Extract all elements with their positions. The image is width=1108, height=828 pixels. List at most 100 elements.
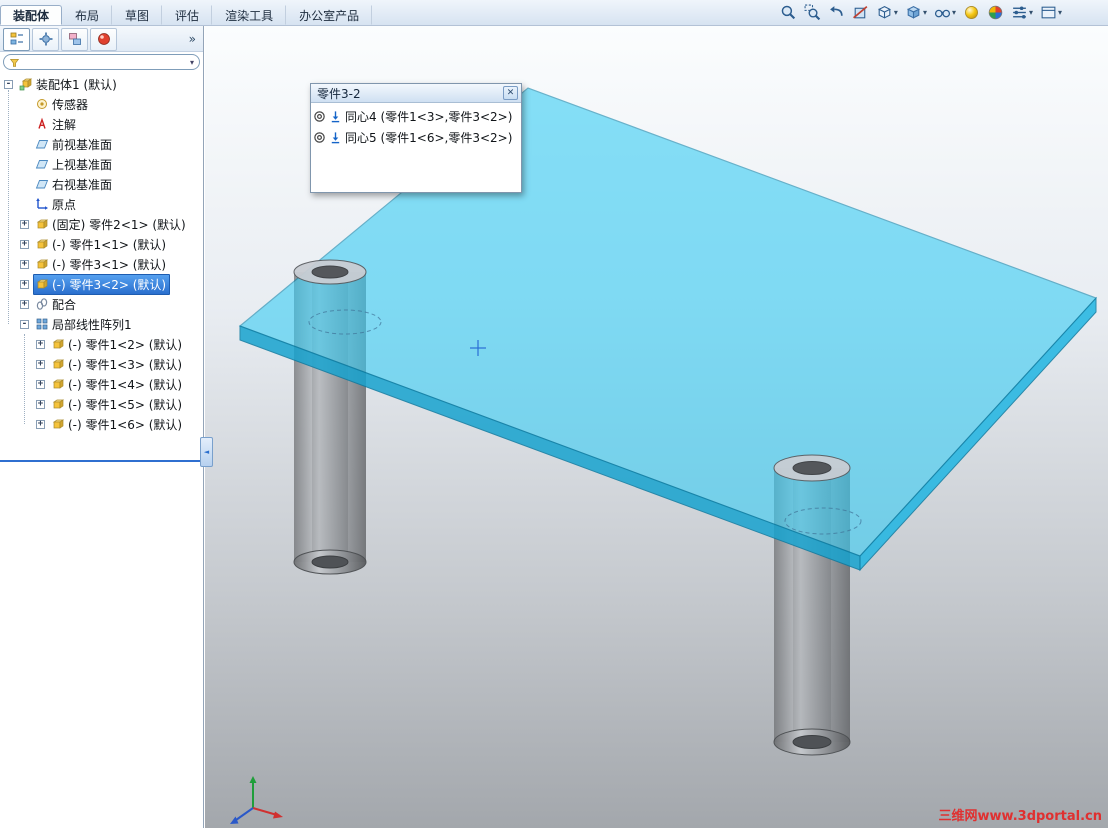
tab-layout[interactable]: 布局 (62, 5, 113, 25)
tree-item-annotations[interactable]: 注解 (0, 114, 203, 134)
collapse-panel-arrow-icon: ◄ (203, 448, 210, 456)
mate-item-label: 同心5 (零件1<6>,零件3<2>) (345, 131, 513, 145)
mates-icon (35, 297, 49, 311)
annotations-icon (35, 117, 49, 131)
expand-toggle[interactable]: + (36, 419, 45, 429)
tree-item-part2-1[interactable]: + (固定) 零件2<1> (默认) (0, 214, 203, 234)
previous-view-icon (828, 4, 845, 21)
dropdown-caret-icon[interactable]: ▾ (1029, 8, 1033, 17)
expand-toggle[interactable]: + (20, 259, 29, 269)
tree-item-origin[interactable]: 原点 (0, 194, 203, 214)
zoom-to-fit-button[interactable] (778, 3, 799, 22)
expand-toggle[interactable]: + (36, 379, 45, 389)
display-style-button[interactable]: ▾ (903, 3, 929, 22)
hide-show-items-button[interactable]: ▾ (932, 3, 958, 22)
tree-item-label: (-) 零件3<1> (默认) (52, 257, 167, 272)
tree-item-label: (-) 零件1<4> (默认) (68, 377, 183, 392)
options-button[interactable]: ▾ (1038, 3, 1064, 22)
options-icon (1040, 4, 1057, 21)
tree-item-part3-2-selected[interactable]: + (-) 零件3<2> (默认) (0, 273, 203, 295)
popup-close-button[interactable]: ✕ (503, 86, 518, 100)
tree-item-label: (-) 零件1<2> (默认) (68, 337, 183, 352)
mate-list-item[interactable]: 同心4 (零件1<3>,零件3<2>) (313, 106, 519, 127)
leg-top-rim-right[interactable] (773, 454, 851, 482)
dropdown-caret-icon[interactable]: ▾ (923, 8, 927, 17)
tree-item-mates[interactable]: + 配合 (0, 294, 203, 314)
zoom-to-area-icon (804, 4, 821, 21)
panel-split-line[interactable] (0, 460, 204, 462)
feature-manager-tab[interactable] (3, 27, 30, 51)
tree-item-part1-1[interactable]: + (-) 零件1<1> (默认) (0, 234, 203, 254)
part-icon (51, 377, 65, 391)
configuration-manager-tab[interactable] (61, 27, 88, 51)
tree-item-label: (固定) 零件2<1> (默认) (52, 217, 186, 232)
filter-dropdown-caret-icon[interactable]: ▾ (190, 58, 194, 67)
edit-appearance-icon (963, 4, 980, 21)
configuration-manager-icon (67, 31, 83, 47)
tree-item-label: 配合 (52, 297, 77, 312)
panel-tabs-overflow-chevron-icon[interactable]: » (185, 32, 200, 46)
display-manager-tab[interactable] (90, 27, 117, 51)
tab-sketch[interactable]: 草图 (112, 5, 163, 25)
plane-icon (35, 137, 49, 151)
tree-item-label: (-) 零件1<1> (默认) (52, 237, 167, 252)
part-icon (35, 257, 49, 271)
part-icon (51, 397, 65, 411)
popup-title-bar[interactable]: 零件3-2 ✕ (311, 84, 521, 103)
view-settings-button[interactable]: ▾ (1009, 3, 1035, 22)
tab-office-products[interactable]: 办公室产品 (286, 5, 373, 25)
dropdown-caret-icon[interactable]: ▾ (1058, 8, 1062, 17)
tree-item-label: (-) 零件1<6> (默认) (68, 417, 183, 432)
tree-item-part1-3[interactable]: + (-) 零件1<3> (默认) (0, 354, 203, 374)
leg-top-rim-left[interactable] (293, 259, 367, 285)
tree-item-part3-1[interactable]: + (-) 零件3<1> (默认) (0, 254, 203, 274)
expand-toggle[interactable]: + (20, 279, 29, 289)
section-view-button[interactable] (850, 3, 871, 22)
plane-icon (35, 177, 49, 191)
tree-item-part1-2[interactable]: + (-) 零件1<2> (默认) (0, 334, 203, 354)
expand-toggle[interactable]: + (20, 299, 29, 309)
panel-splitter-handle[interactable]: ◄ (200, 437, 213, 467)
part-icon (35, 237, 49, 251)
tree-item-right-plane[interactable]: 右视基准面 (0, 174, 203, 194)
tab-render-tools[interactable]: 渲染工具 (212, 5, 287, 25)
tree-filter-input[interactable]: ▾ (3, 54, 200, 70)
tree-item-label: 注解 (52, 117, 77, 132)
expand-toggle[interactable]: + (36, 359, 45, 369)
dropdown-caret-icon[interactable]: ▾ (952, 8, 956, 17)
tree-item-part1-5[interactable]: + (-) 零件1<5> (默认) (0, 394, 203, 414)
previous-view-button[interactable] (826, 3, 847, 22)
tree-item-part1-6[interactable]: + (-) 零件1<6> (默认) (0, 414, 203, 434)
popup-mate-list: 同心4 (零件1<3>,零件3<2>) 同心5 (零件1<6>,零件3<2>) (311, 103, 521, 151)
tree-item-assembly1[interactable]: - 装配体1 (默认) (0, 74, 203, 94)
dropdown-caret-icon[interactable]: ▾ (894, 8, 898, 17)
apply-scene-button[interactable] (985, 3, 1006, 22)
display-manager-icon (96, 31, 112, 47)
tree-item-part1-4[interactable]: + (-) 零件1<4> (默认) (0, 374, 203, 394)
tab-assembly[interactable]: 装配体 (0, 5, 63, 25)
tab-evaluate[interactable]: 评估 (162, 5, 213, 25)
feature-tree: - 装配体1 (默认) 传感器 注解 前视基准面 上视基准面 右视基准面 原点 … (0, 72, 203, 434)
part-icon (51, 417, 65, 431)
view-orientation-button[interactable]: ▾ (874, 3, 900, 22)
expand-toggle[interactable]: - (4, 79, 13, 89)
expand-toggle[interactable]: + (20, 219, 29, 229)
edit-appearance-button[interactable] (961, 3, 982, 22)
command-manager-tabs: 装配体 布局 草图 评估 渲染工具 办公室产品 (0, 0, 373, 25)
zoom-to-area-button[interactable] (802, 3, 823, 22)
expand-toggle[interactable]: + (36, 399, 45, 409)
mate-list-item[interactable]: 同心5 (零件1<6>,零件3<2>) (313, 127, 519, 148)
expand-toggle[interactable]: + (36, 339, 45, 349)
tree-item-label: 原点 (52, 197, 77, 212)
tree-item-top-plane[interactable]: 上视基准面 (0, 154, 203, 174)
display-style-icon (905, 4, 922, 21)
tree-item-label: (-) 零件1<5> (默认) (68, 397, 183, 412)
expand-toggle[interactable]: - (20, 319, 29, 329)
tree-item-front-plane[interactable]: 前视基准面 (0, 134, 203, 154)
tree-item-local-linear-pattern1[interactable]: - 局部线性阵列1 (0, 314, 203, 334)
expand-toggle[interactable]: + (20, 239, 29, 249)
tree-item-sensors[interactable]: 传感器 (0, 94, 203, 114)
property-manager-tab[interactable] (32, 27, 59, 51)
orientation-triad-icon (230, 776, 283, 824)
filter-funnel-icon (9, 57, 20, 68)
